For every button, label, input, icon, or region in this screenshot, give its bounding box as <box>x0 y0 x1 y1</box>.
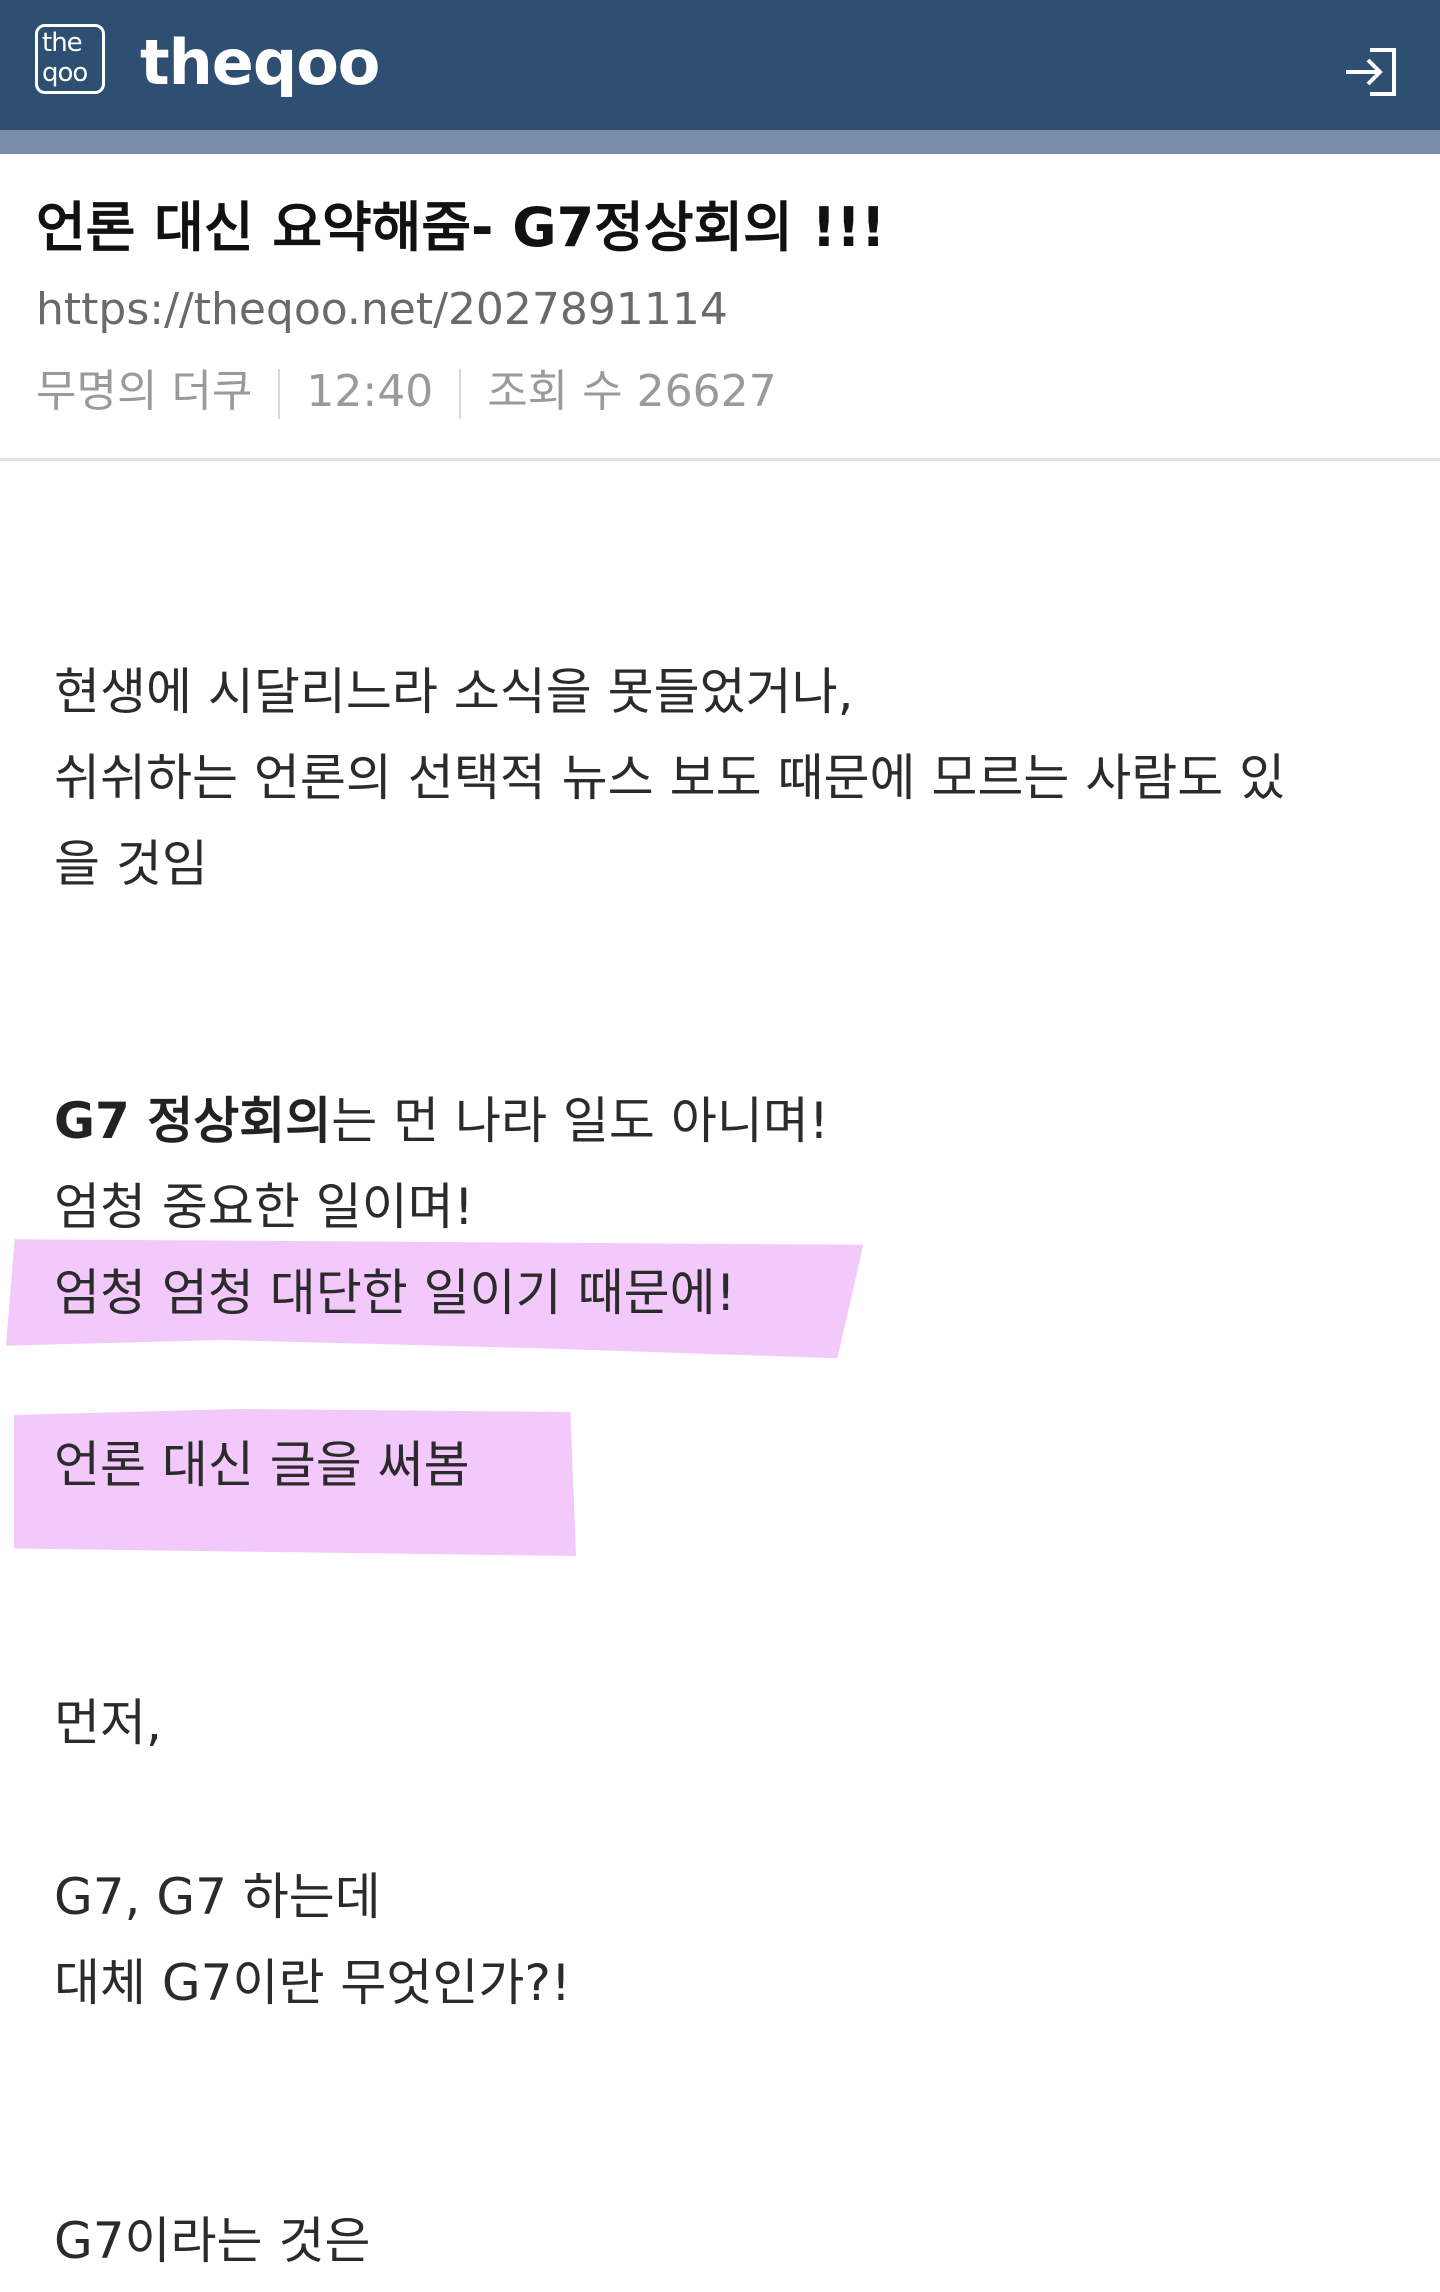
site-name[interactable]: theqoo <box>140 26 380 100</box>
post-time: 12:40 <box>306 366 434 417</box>
login-button[interactable] <box>1340 40 1404 104</box>
theqoo-logo-icon[interactable]: the qoo <box>35 24 105 94</box>
body-line: 언론 대신 글을 써봄 <box>54 1436 470 1494</box>
post-url[interactable]: https://theqoo.net/2027891114 <box>36 278 728 342</box>
body-paragraph: G7 정상회의는 먼 나라 일도 아니며! 엄청 중요한 일이며! 엄청 엄청 … <box>54 1078 1394 1336</box>
post-title: 언론 대신 요약해줌- G7정상회의 !!! <box>36 196 886 259</box>
body-line: 엄청 엄청 대단한 일이기 때문에! <box>54 1264 736 1322</box>
body-line: 을 것임 <box>54 835 208 893</box>
meta-divider <box>278 369 281 419</box>
body-paragraph: 언론 대신 글을 써봄 <box>54 1422 1394 1508</box>
body-line: 쉬쉬하는 언론의 선택적 뉴스 보도 때문에 모르는 사람도 있 <box>54 749 1286 807</box>
post-meta: 무명의 더쿠 12:40 조회 수 26627 <box>36 360 777 424</box>
header-divider <box>0 458 1440 461</box>
body-line: 대체 G7이란 무엇인가?! <box>54 1954 571 2012</box>
body-paragraph: 현생에 시달리느라 소식을 못들었거나, 쉬쉬하는 언론의 선택적 뉴스 보도 … <box>54 649 1394 907</box>
body-paragraph: G7, G7 하는데 대체 G7이란 무엇인가?! <box>54 1854 1394 2026</box>
top-bar: the qoo theqoo <box>0 0 1440 130</box>
body-line: G7 정상회의는 먼 나라 일도 아니며! <box>54 1092 829 1150</box>
body-line: G7이라는 것은 <box>54 2212 371 2270</box>
login-arrow-icon <box>1346 48 1396 96</box>
header-accent-strip <box>0 130 1440 154</box>
body-line: 현생에 시달리느라 소식을 못들었거나, <box>54 663 854 721</box>
meta-divider <box>459 369 462 419</box>
body-paragraph: G7이라는 것은 <box>54 2198 1394 2284</box>
body-paragraph: 먼저, <box>54 1680 1394 1766</box>
body-line: G7, G7 하는데 <box>54 1868 381 1926</box>
post-author: 무명의 더쿠 <box>36 366 253 417</box>
body-line: 먼저, <box>54 1694 162 1752</box>
view-count: 26627 <box>636 366 777 417</box>
bold-text: G7 정상회의 <box>54 1092 332 1150</box>
body-line: 엄청 중요한 일이며! <box>54 1178 474 1236</box>
views-label: 조회 수 <box>487 366 623 417</box>
